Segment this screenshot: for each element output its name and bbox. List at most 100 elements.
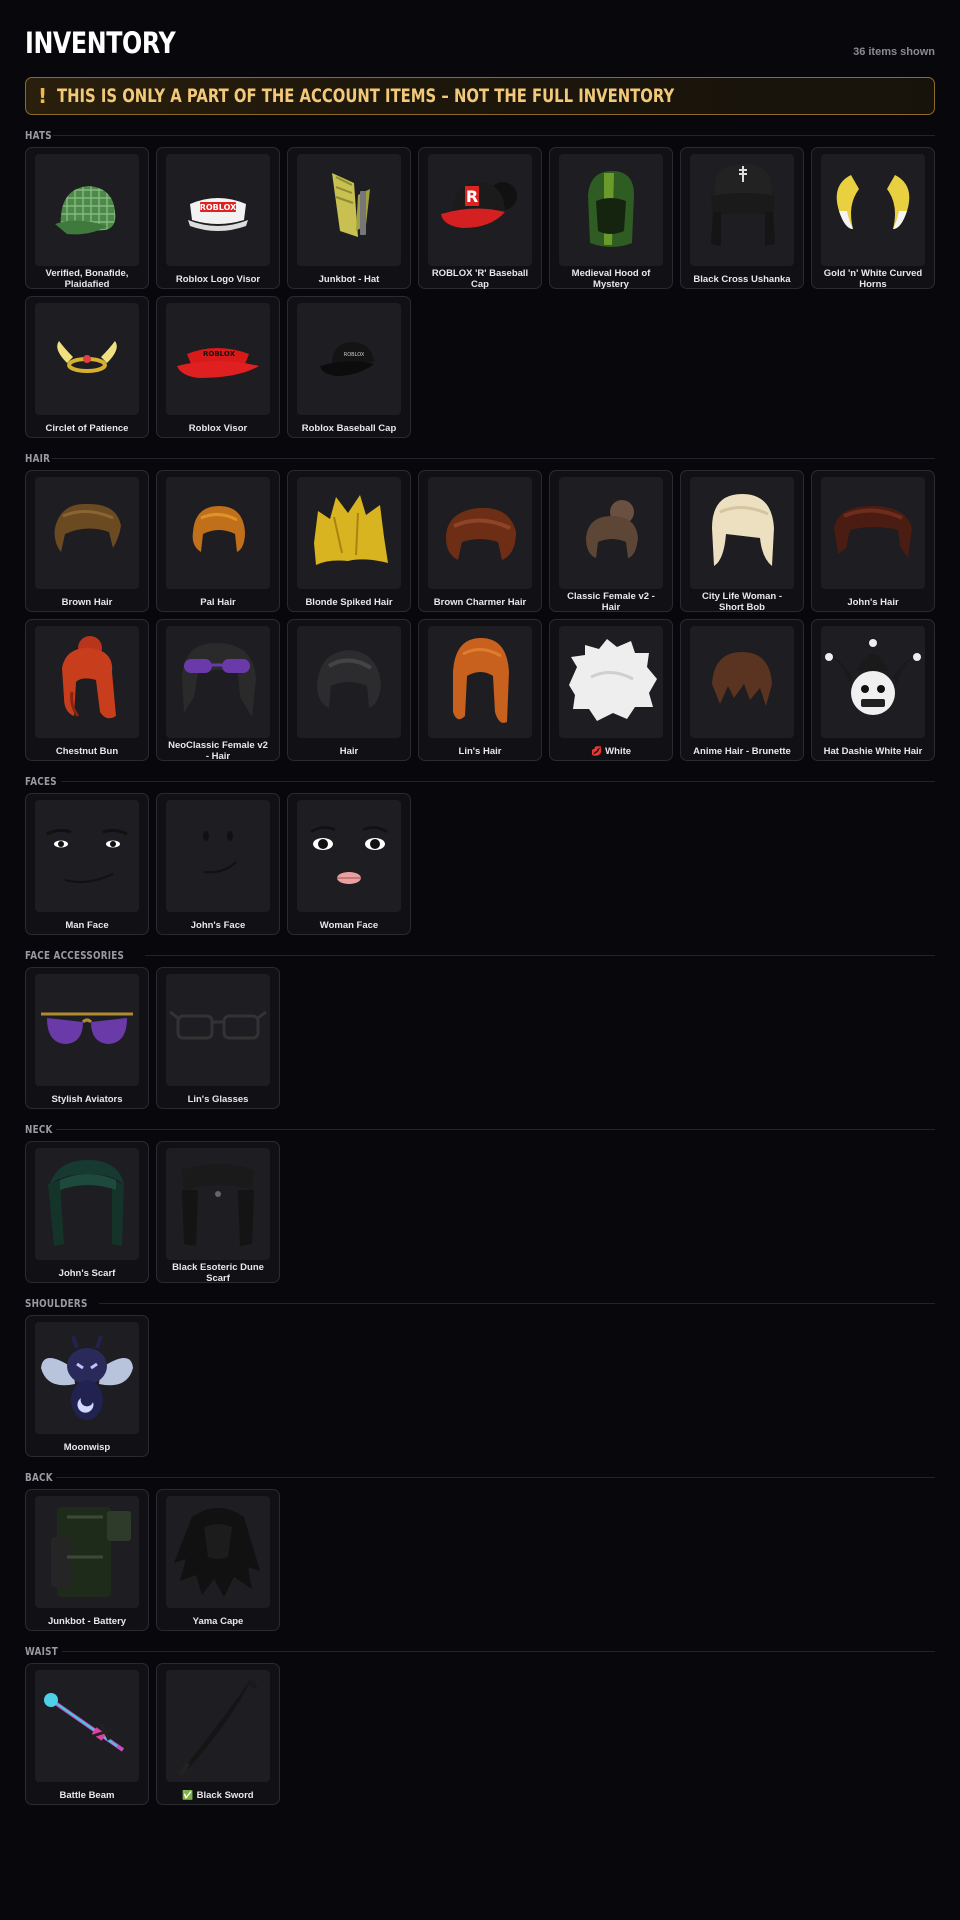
section-header: BACK [25, 1467, 935, 1487]
section-header: HAIR [25, 448, 935, 468]
item-grid: Junkbot - Battery Yama Cape [25, 1489, 935, 1631]
item-name-text: Stylish Aviators [51, 1093, 123, 1105]
section-neck: NECK John's Scarf Black Esoteric Dune Scar… [25, 1119, 935, 1285]
item-name-text: Yama Cape [192, 1615, 244, 1627]
item-name: Brown Charmer Hair [428, 590, 532, 614]
item-card[interactable]: Gold 'n' White Curved Horns [811, 147, 935, 291]
item-card[interactable]: Brown Charmer Hair [418, 470, 542, 612]
item-card[interactable]: John's Scarf [25, 1141, 149, 1283]
item-card[interactable]: ROBLOX Roblox Baseball Cap [287, 296, 411, 438]
items-count: 36 items shown [853, 46, 935, 58]
item-card[interactable]: Man Face [25, 793, 149, 935]
item-card[interactable]: Junkbot - Hat [287, 147, 411, 289]
item-name-text: Lin's Hair [458, 745, 502, 757]
item-card[interactable]: Black Cross Ushanka [680, 147, 804, 289]
item-card[interactable]: Battle Beam [25, 1663, 149, 1805]
chestnut-bun-icon [35, 626, 139, 738]
item-name-text: Hat Dashie White Hair [823, 745, 923, 757]
item-card[interactable]: Stylish Aviators [25, 967, 149, 1109]
item-card[interactable]: ✅ Black Sword [156, 1663, 280, 1805]
item-card[interactable]: John's Hair [811, 470, 935, 612]
section-label: SHOULDERS [25, 1296, 88, 1310]
item-name: Yama Cape [166, 1609, 270, 1633]
black-hair-icon [297, 626, 401, 738]
item-card[interactable]: Junkbot - Battery [25, 1489, 149, 1631]
winged-circlet-icon [35, 303, 139, 415]
item-card[interactable]: 💋 White [549, 619, 673, 761]
header: INVENTORY 36 items shown [25, 0, 935, 60]
green-hood-icon [559, 154, 663, 266]
white-visor-icon: ROBLOX [166, 154, 270, 266]
item-name-text: Brown Charmer Hair [433, 596, 527, 608]
item-card[interactable]: Lin's Hair [418, 619, 542, 761]
section-divider [55, 1476, 935, 1478]
item-card[interactable]: City Life Woman - Short Bob [680, 470, 804, 613]
item-name: John's Scarf [35, 1261, 139, 1285]
section-back: BACK Junkbot - Battery Yama Cape [25, 1467, 935, 1631]
section-hair: HAIR Brown Hair Pal Hair Blonde Spiked Hair… [25, 448, 935, 762]
item-name-text: Pal Hair [200, 596, 236, 608]
item-name-text: Moonwisp [63, 1441, 111, 1453]
item-name: Roblox Visor [166, 416, 270, 440]
item-grid: Stylish Aviators Lin's Glasses [25, 967, 935, 1109]
svg-text:ROBLOX: ROBLOX [344, 352, 365, 358]
item-name: Lin's Hair [428, 739, 532, 763]
woman-face-icon [297, 800, 401, 912]
item-card[interactable]: Anime Hair - Brunette [680, 619, 804, 761]
item-card[interactable]: Woman Face [287, 793, 411, 935]
item-name-text: ROBLOX 'R' Baseball Cap [431, 268, 529, 290]
svg-text:ROBLOX: ROBLOX [203, 350, 236, 358]
section-waist: WAIST Battle Beam ✅ Black Sword [25, 1641, 935, 1805]
item-name: Black Esoteric Dune Scarf [166, 1261, 270, 1285]
r-baseball-cap-icon: R [428, 154, 532, 266]
item-name-text: Lin's Glasses [187, 1093, 249, 1105]
item-card[interactable]: Chestnut Bun [25, 619, 149, 761]
section-divider [62, 1650, 935, 1652]
svg-text:R: R [466, 187, 478, 206]
item-card[interactable]: R ROBLOX 'R' Baseball Cap [418, 147, 542, 290]
svg-text:ROBLOX: ROBLOX [200, 203, 237, 212]
item-name: Gold 'n' White Curved Horns [821, 267, 925, 291]
section-shoulders: SHOULDERS Moonwisp [25, 1293, 935, 1457]
item-card[interactable]: Hair [287, 619, 411, 761]
item-name: John's Face [166, 913, 270, 937]
item-name-text: Battle Beam [59, 1789, 115, 1801]
item-card[interactable]: Brown Hair [25, 470, 149, 612]
section-label: HAIR [25, 451, 51, 465]
item-card[interactable]: Circlet of Patience [25, 296, 149, 438]
item-card[interactable]: Blonde Spiked Hair [287, 470, 411, 612]
aviators-icon [35, 974, 139, 1086]
item-card[interactable]: Black Esoteric Dune Scarf [156, 1141, 280, 1285]
item-card[interactable]: Yama Cape [156, 1489, 280, 1631]
item-name-text: John's Scarf [58, 1267, 116, 1279]
section-divider [144, 954, 935, 956]
item-card[interactable]: Pal Hair [156, 470, 280, 612]
man-face-icon [35, 800, 139, 912]
section-label: FACES [25, 774, 57, 788]
item-name-text: Medieval Hood of Mystery [571, 268, 651, 290]
moonwisp-icon [35, 1322, 139, 1434]
item-card[interactable]: Classic Female v2 - Hair [549, 470, 673, 613]
item-card[interactable]: Medieval Hood of Mystery [549, 147, 673, 290]
item-card[interactable]: Lin's Glasses [156, 967, 280, 1109]
item-name-text: Brown Hair [61, 596, 113, 608]
section-divider [60, 780, 935, 782]
item-name-text: John's Hair [847, 596, 899, 608]
item-card[interactable]: Verified, Bonafide, Plaidafied [25, 147, 149, 290]
item-card[interactable]: NeoClassic Female v2 - Hair [156, 619, 280, 762]
item-name-text: Gold 'n' White Curved Horns [823, 268, 923, 290]
lins-hair-icon [428, 626, 532, 738]
item-tag: 💋 [590, 745, 603, 756]
brown-hair-icon [35, 477, 139, 589]
item-card[interactable]: Hat Dashie White Hair [811, 619, 935, 761]
item-name-text: Verified, Bonafide, Plaidafied [45, 268, 129, 290]
item-name: Brown Hair [35, 590, 139, 614]
item-card[interactable]: ROBLOX Roblox Logo Visor [156, 147, 280, 289]
item-card[interactable]: John's Face [156, 793, 280, 935]
item-card[interactable]: Moonwisp [25, 1315, 149, 1457]
jester-hat-icon [821, 626, 925, 738]
brown-charmer-hair-icon [428, 477, 532, 589]
section-divider [52, 457, 935, 459]
item-name-text: White [605, 745, 632, 757]
item-card[interactable]: ROBLOX Roblox Visor [156, 296, 280, 438]
